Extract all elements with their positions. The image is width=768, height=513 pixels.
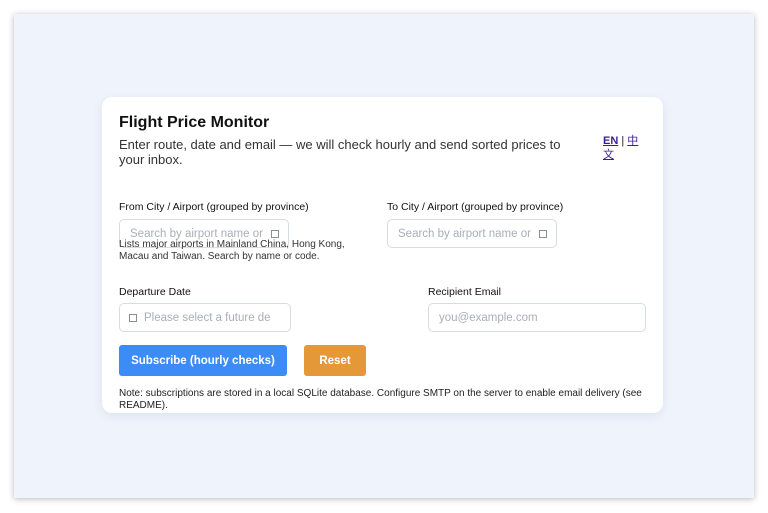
page-title: Flight Price Monitor xyxy=(119,114,270,131)
date-field-label: Departure Date xyxy=(119,286,191,298)
language-separator: | xyxy=(621,135,625,147)
from-field-label: From City / Airport (grouped by province… xyxy=(119,201,309,213)
page-subtitle: Enter route, date and email — we will ch… xyxy=(119,137,561,167)
reset-button[interactable]: Reset xyxy=(304,345,366,376)
to-airport-input[interactable]: Search by airport name or I xyxy=(387,219,557,248)
to-airport-placeholder: Search by airport name or I xyxy=(398,227,534,240)
subscription-card: Flight Price Monitor Enter route, date a… xyxy=(102,97,663,413)
departure-date-input[interactable]: Please select a future de xyxy=(119,303,291,332)
airport-hint: Lists major airports in Mainland China, … xyxy=(119,239,345,262)
browser-viewport: Flight Price Monitor Enter route, date a… xyxy=(14,14,754,498)
calendar-icon xyxy=(129,313,137,322)
language-en-link[interactable]: EN xyxy=(603,135,618,147)
dropdown-box-icon xyxy=(271,229,279,238)
recipient-email-placeholder: you@example.com xyxy=(439,311,538,324)
subscribe-button[interactable]: Subscribe (hourly checks) xyxy=(119,345,287,376)
departure-date-placeholder: Please select a future de xyxy=(144,311,271,324)
from-airport-placeholder: Search by airport name or I xyxy=(130,227,266,240)
language-switcher: EN | 中文 xyxy=(603,134,643,162)
recipient-email-input[interactable]: you@example.com xyxy=(428,303,646,332)
to-field-label: To City / Airport (grouped by province) xyxy=(387,201,564,213)
email-field-label: Recipient Email xyxy=(428,286,501,298)
dropdown-box-icon xyxy=(539,229,547,238)
storage-note: Note: subscriptions are stored in a loca… xyxy=(119,388,642,411)
